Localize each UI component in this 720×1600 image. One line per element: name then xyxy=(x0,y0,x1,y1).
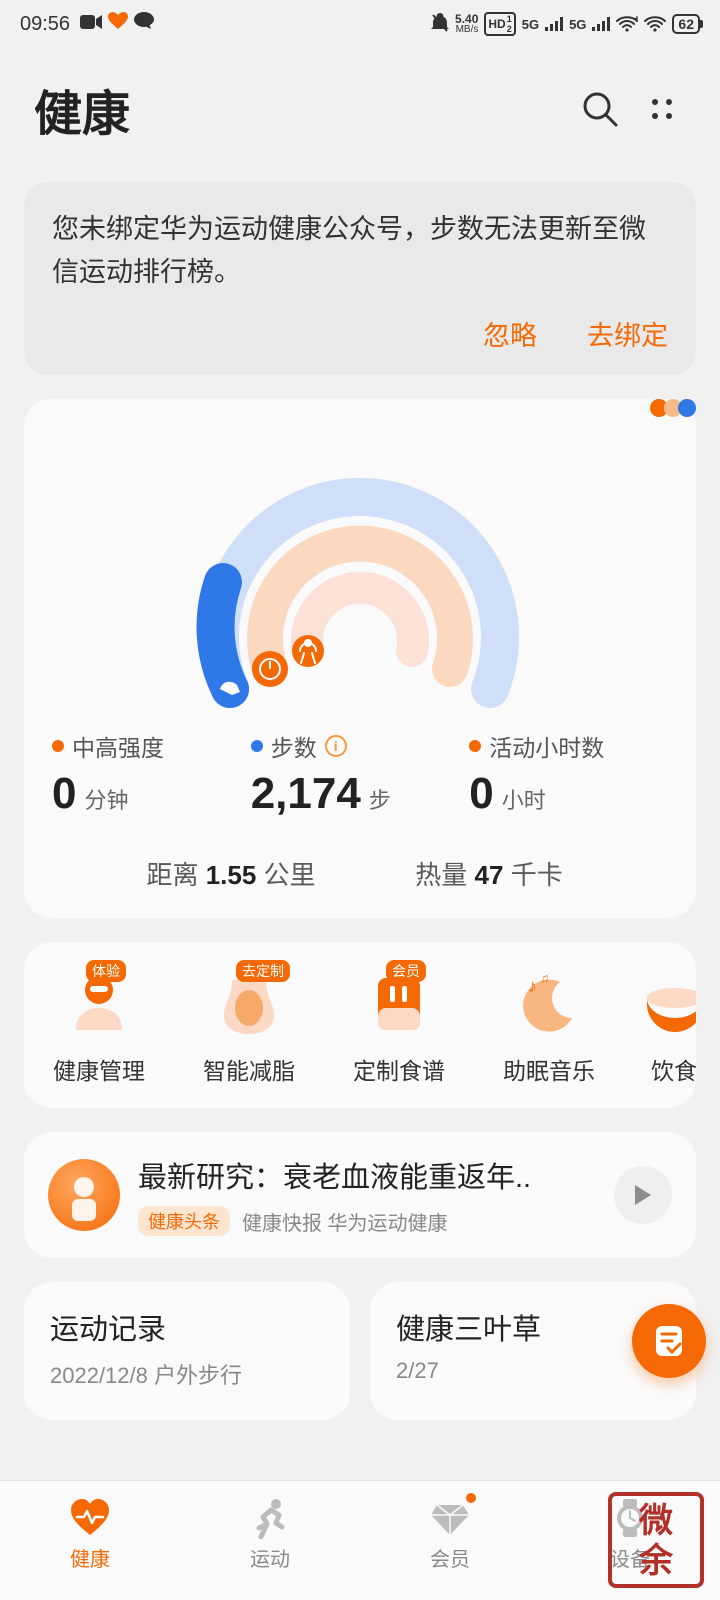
steps-unit: 步 xyxy=(369,783,391,815)
banner-text: 您未绑定华为运动健康公众号，步数无法更新至微信运动排行榜。 xyxy=(52,208,668,294)
nav-exercise[interactable]: 运动 xyxy=(180,1491,360,1600)
exercise-sub: 2022/12/8 户外步行 xyxy=(50,1358,324,1390)
shortcut-badge: 体验 xyxy=(86,960,126,982)
metric-hours: 活动小时数 0 小时 xyxy=(469,729,668,819)
news-tag: 健康头条 xyxy=(138,1206,230,1236)
news-card[interactable]: 最新研究：衰老血液能重返年.. 健康头条 健康快报 华为运动健康 xyxy=(24,1132,696,1258)
nav-label: 健康 xyxy=(70,1543,110,1572)
shortcut-badge: 会员 xyxy=(386,960,426,982)
news-thumb xyxy=(48,1159,120,1231)
shortcut-label: 助眠音乐 xyxy=(503,1052,595,1086)
signal-bars-sim1 xyxy=(545,17,563,31)
banner-ignore-button[interactable]: 忽略 xyxy=(483,314,537,353)
nav-label: 会员 xyxy=(430,1543,470,1572)
bind-wechat-banner: 您未绑定华为运动健康公众号，步数无法更新至微信运动排行榜。 忽略 去绑定 xyxy=(24,182,696,375)
watermark-stamp: 微 余 xyxy=(608,1492,704,1588)
nav-member[interactable]: 会员 xyxy=(360,1491,540,1600)
wifi-icon xyxy=(644,16,666,32)
news-title: 最新研究：衰老血液能重返年.. xyxy=(138,1154,596,1196)
search-button[interactable] xyxy=(576,85,624,133)
shortcut-recipe[interactable]: 会员 定制食谱 xyxy=(324,968,474,1086)
shortcut-diet[interactable]: 饮食 xyxy=(624,968,696,1086)
shortcut-badge: 去定制 xyxy=(236,960,290,982)
app-header: 健康 xyxy=(0,48,720,154)
dot-blue-icon xyxy=(251,740,263,752)
exercise-record-card[interactable]: 运动记录 2022/12/8 户外步行 xyxy=(24,1282,350,1420)
dot-orange-icon xyxy=(52,740,64,752)
more-dots-icon xyxy=(648,95,676,123)
sim2-icon: 5G xyxy=(569,17,586,32)
chat-icon xyxy=(134,12,154,36)
shortcut-label: 智能减脂 xyxy=(203,1052,295,1086)
steps-value: 2,174 xyxy=(251,769,361,819)
distance-text: 距离 1.55 公里 xyxy=(102,855,360,892)
intensity-value: 0 xyxy=(52,769,76,819)
mute-icon xyxy=(431,13,449,36)
moon-music-icon: ♪ ♫ xyxy=(514,968,584,1038)
diamond-icon xyxy=(429,1497,471,1539)
sim1-icon: 5G xyxy=(522,17,539,32)
metric-intensity: 中高强度 0 分钟 xyxy=(52,729,251,819)
page-title: 健康 xyxy=(34,74,576,144)
metric-steps: 步数 i 2,174 步 xyxy=(251,729,470,819)
svg-text:♪: ♪ xyxy=(528,976,537,996)
heart-icon xyxy=(108,12,128,36)
net-unit: MB/s xyxy=(456,25,479,35)
calories-text: 热量 47 千卡 xyxy=(360,855,618,892)
shortcut-label: 定制食谱 xyxy=(353,1052,445,1086)
bowl-icon xyxy=(639,968,696,1038)
svg-text:余: 余 xyxy=(638,1541,674,1580)
nav-label: 运动 xyxy=(250,1543,290,1572)
news-sub: 健康快报 华为运动健康 xyxy=(242,1207,448,1236)
signal-bars-sim2 xyxy=(592,17,610,31)
note-check-icon xyxy=(650,1322,688,1360)
play-icon xyxy=(633,1184,653,1206)
more-button[interactable] xyxy=(638,85,686,133)
dot-orange2-icon xyxy=(469,740,481,752)
shortcut-fat-loss[interactable]: 去定制 智能减脂 xyxy=(174,968,324,1086)
hours-label: 活动小时数 xyxy=(489,729,604,763)
shortcut-label: 健康管理 xyxy=(53,1052,145,1086)
banner-bind-button[interactable]: 去绑定 xyxy=(587,314,668,353)
shortcut-sleep-music[interactable]: ♪ ♫ 助眠音乐 xyxy=(474,968,624,1086)
activity-card[interactable]: 中高强度 0 分钟 步数 i 2,174 步 活动小时数 xyxy=(24,399,696,918)
wifi-plus-icon: + xyxy=(616,16,638,32)
activity-rings xyxy=(52,419,668,729)
svg-text:+: + xyxy=(634,16,638,25)
video-icon xyxy=(80,13,102,36)
clover-sub: 2/27 xyxy=(396,1358,670,1384)
clover-title: 健康三叶草 xyxy=(396,1306,670,1348)
shortcut-health-manage[interactable]: 体验 健康管理 xyxy=(24,968,174,1086)
svg-text:微: 微 xyxy=(638,1502,673,1540)
clover-card[interactable]: 健康三叶草 2/27 xyxy=(370,1282,696,1420)
steps-label: 步数 xyxy=(271,729,317,763)
news-play-button[interactable] xyxy=(614,1166,672,1224)
card-view-toggle[interactable] xyxy=(650,399,696,417)
runner-icon xyxy=(249,1497,291,1539)
hours-value: 0 xyxy=(469,769,493,819)
intensity-label: 中高强度 xyxy=(72,729,164,763)
battery-indicator: 62 xyxy=(672,14,700,34)
shortcut-label: 饮食 xyxy=(651,1052,696,1086)
svg-text:♫: ♫ xyxy=(540,971,549,985)
shortcut-row[interactable]: 体验 健康管理 去定制 智能减脂 会员 定制食谱 xyxy=(24,942,696,1108)
search-icon xyxy=(581,90,619,128)
status-time: 09:56 xyxy=(20,13,70,36)
exercise-title: 运动记录 xyxy=(50,1306,324,1348)
status-bar: 09:56 5.40 MB/s HD12 5G 5G + 62 xyxy=(0,0,720,48)
clover-fab[interactable] xyxy=(632,1304,706,1378)
heart-pulse-icon xyxy=(69,1497,111,1539)
hours-unit: 小时 xyxy=(502,783,546,815)
info-icon[interactable]: i xyxy=(325,735,347,757)
nav-health[interactable]: 健康 xyxy=(0,1491,180,1600)
hd-badge: HD xyxy=(488,17,505,31)
intensity-unit: 分钟 xyxy=(84,783,128,815)
